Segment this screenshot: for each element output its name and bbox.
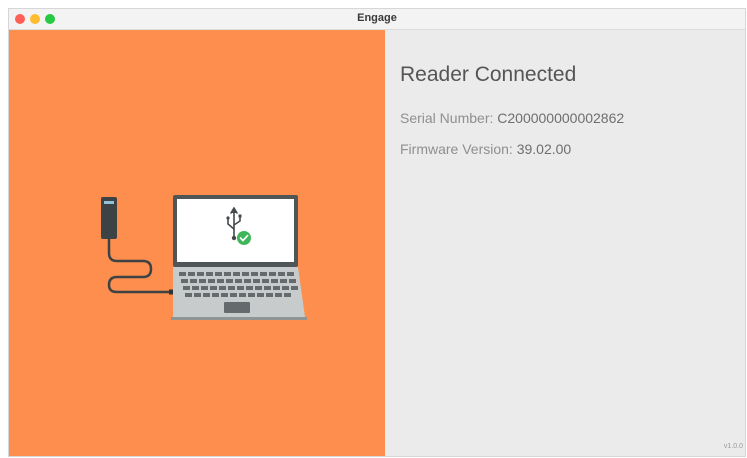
firmware-version-label: Firmware Version:: [400, 141, 513, 157]
connection-status-heading: Reader Connected: [400, 63, 577, 86]
serial-number-row: Serial Number: C200000000002862: [400, 110, 624, 126]
reader-connected-illustration: [101, 195, 307, 320]
usb-cable: [107, 237, 175, 294]
illustration-panel: [9, 30, 385, 456]
window-title: Engage: [357, 12, 397, 24]
serial-number-value: C200000000002862: [497, 110, 625, 126]
firmware-version-value: 39.02.00: [516, 141, 572, 157]
firmware-version-row: Firmware Version: 39.02.00: [400, 141, 571, 157]
app-version: v1.0.0: [723, 443, 743, 450]
card-reader-icon: [101, 197, 117, 239]
serial-number-label: Serial Number:: [400, 110, 494, 126]
laptop-icon: [171, 195, 307, 320]
app-window: Engage Reader Connected Serial Number: C…: [8, 8, 746, 457]
title-bar: Engage: [9, 9, 745, 30]
check-badge-icon: [237, 231, 251, 245]
reader-info-panel: Reader Connected Serial Number: C2000000…: [385, 30, 745, 456]
